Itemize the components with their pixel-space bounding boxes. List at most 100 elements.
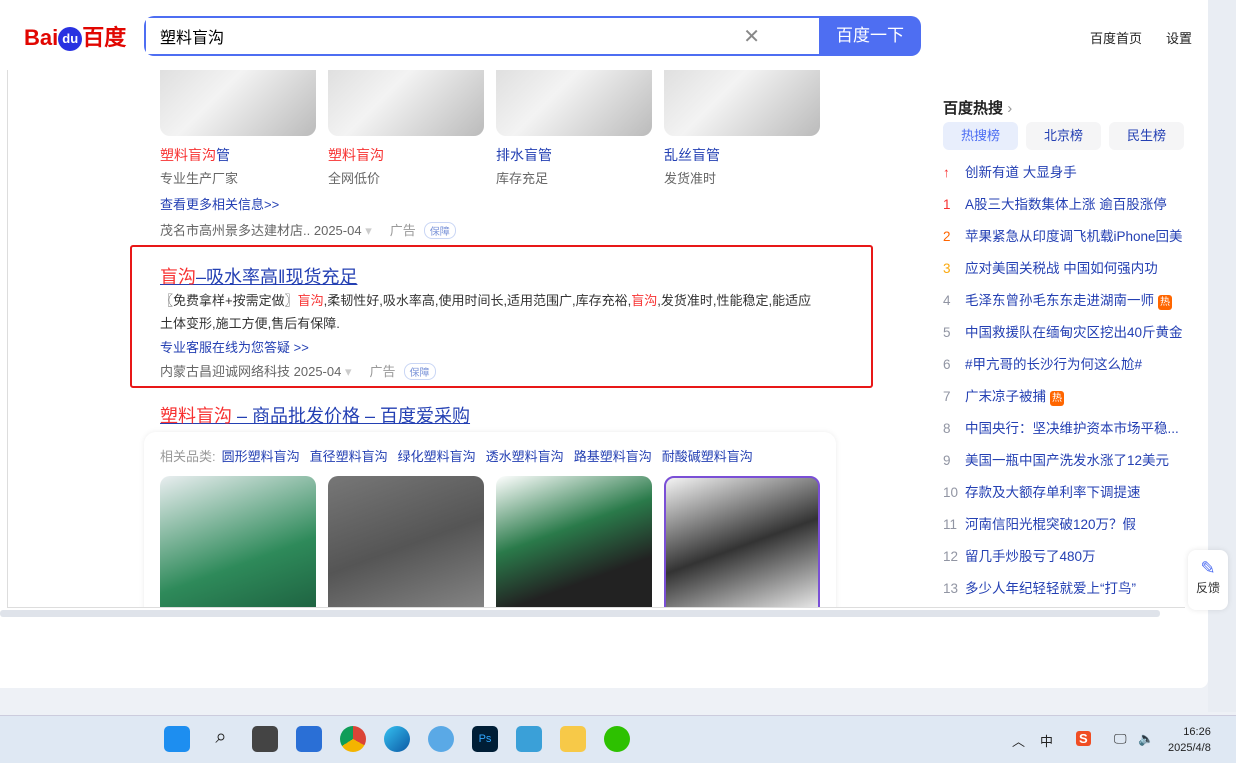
rank-number: 12 bbox=[943, 549, 959, 564]
product-link[interactable]: 排水盲管 bbox=[496, 145, 552, 165]
hot-search-text: 广末凉子被捕 bbox=[965, 389, 1046, 404]
rank-number: 9 bbox=[943, 453, 951, 468]
hot-search-item[interactable]: ↑ 创新有道 大显身手 bbox=[943, 160, 1185, 192]
horizontal-scrollbar[interactable] bbox=[0, 610, 1160, 617]
rank-number: 8 bbox=[943, 421, 951, 436]
hot-search-item[interactable]: 2 苹果紧急从印度调飞机载iPhone回美 bbox=[943, 224, 1185, 256]
start-icon[interactable] bbox=[164, 726, 190, 752]
category-link[interactable]: 圆形塑料盲沟 bbox=[222, 449, 300, 464]
more-info-link[interactable]: 查看更多相关信息>> bbox=[160, 194, 279, 213]
hot-search-item[interactable]: 5 中国救援队在缅甸灾区挖出40斤黄金 bbox=[943, 320, 1185, 352]
hot-search-item[interactable]: 11 河南信阳光棍突破120万？假 bbox=[943, 512, 1185, 544]
customer-service-link[interactable]: 专业客服在线为您答疑 >> bbox=[160, 337, 309, 356]
hot-search-text: 美国一瓶中国产洗发水涨了12美元 bbox=[965, 453, 1170, 468]
pen-icon: ✎ bbox=[1200, 558, 1216, 578]
rank-number: 1 bbox=[943, 197, 951, 212]
hot-search-text: 多少人年纪轻轻就爱上“打鸟” bbox=[965, 581, 1136, 596]
hot-search-item[interactable]: 6 #甲亢哥的长沙行为何这么尬# bbox=[943, 352, 1185, 384]
product-image[interactable] bbox=[328, 70, 484, 136]
search-button[interactable]: 百度一下 bbox=[819, 16, 921, 56]
browser-window: Baidu百度 ✕ 百度一下 百度首页 设置 塑料盲沟管 塑料盲沟 排水盲管 乱… bbox=[0, 0, 1208, 688]
network-icon[interactable]: 🖵 bbox=[1114, 731, 1127, 747]
hot-search-item[interactable]: 8 中国央行：坚决维护资本市场平稳... bbox=[943, 416, 1185, 448]
rank-number: 5 bbox=[943, 325, 951, 340]
product-subtitle: 发货准时 bbox=[664, 171, 717, 186]
category-link[interactable]: 耐酸碱塑料盲沟 bbox=[662, 449, 753, 464]
hot-search-text: 苹果紧急从印度调飞机载iPhone回美 bbox=[965, 229, 1183, 244]
browser-icon[interactable] bbox=[428, 726, 454, 752]
hot-search-text: #甲亢哥的长沙行为何这么尬# bbox=[965, 357, 1143, 372]
hot-search-header[interactable]: 百度热搜 › bbox=[943, 97, 1012, 118]
category-link[interactable]: 直径塑料盲沟 bbox=[310, 449, 388, 464]
rank-number: 7 bbox=[943, 389, 951, 404]
hot-search-item[interactable]: 10 存款及大额存单利率下调提速 bbox=[943, 480, 1185, 512]
file-explorer-icon[interactable] bbox=[560, 726, 586, 752]
feedback-button[interactable]: ✎ 反馈 bbox=[1188, 550, 1228, 610]
baidu-logo[interactable]: Bai du 百度 bbox=[24, 20, 126, 52]
taskbar: ⌕ Ps ︿ 中 S 🖵 🔈 16:26 2025/4/8 bbox=[0, 715, 1236, 763]
product-image[interactable] bbox=[664, 70, 820, 136]
widgets-icon[interactable] bbox=[296, 726, 322, 752]
product-image[interactable] bbox=[328, 476, 484, 607]
category-link[interactable]: 绿化塑料盲沟 bbox=[398, 449, 476, 464]
hot-search-item[interactable]: 4 毛泽东曾孙毛东东走进湖南一师热 bbox=[943, 288, 1185, 320]
hot-search-item[interactable]: 3 应对美国关税战 中国如何强内功 bbox=[943, 256, 1185, 288]
search-input[interactable] bbox=[146, 18, 706, 54]
rank-number: ↑ bbox=[943, 165, 950, 180]
related-categories: 相关品类: 圆形塑料盲沟 直径塑料盲沟 绿化塑料盲沟 透水塑料盲沟 路基塑料盲沟 耐酸碱塑料… bbox=[160, 449, 753, 464]
rank-number: 10 bbox=[943, 485, 959, 500]
product-subtitle: 库存充足 bbox=[496, 171, 549, 186]
task-view-icon[interactable] bbox=[252, 726, 278, 752]
category-link[interactable]: 透水塑料盲沟 bbox=[486, 449, 564, 464]
hot-search-item[interactable]: 13 多少人年纪轻轻就爱上“打鸟” bbox=[943, 576, 1185, 607]
rank-number: 4 bbox=[943, 293, 951, 308]
tab-hot[interactable]: 热搜榜 bbox=[943, 122, 1018, 150]
chrome-icon[interactable] bbox=[340, 726, 366, 752]
ad-meta: 内蒙古昌迎诚网络科技 2025-04 ▾ 广告 保障 bbox=[160, 361, 436, 380]
category-link[interactable]: 路基塑料盲沟 bbox=[574, 449, 652, 464]
chevron-up-icon[interactable]: ︿ bbox=[1012, 731, 1025, 750]
clock[interactable]: 16:26 2025/4/8 bbox=[1168, 724, 1211, 756]
hot-search-text: 毛泽东曾孙毛东东走进湖南一师 bbox=[965, 293, 1154, 308]
guarantee-badge[interactable]: 保障 bbox=[423, 222, 456, 239]
rank-number: 11 bbox=[943, 517, 958, 532]
product-link[interactable]: 塑料盲沟管 bbox=[160, 145, 230, 165]
settings-link[interactable]: 设置 bbox=[1166, 28, 1192, 47]
hot-search-item[interactable]: 7 广末凉子被捕热 bbox=[943, 384, 1185, 416]
hot-search-item[interactable]: 9 美国一瓶中国产洗发水涨了12美元 bbox=[943, 448, 1185, 480]
hot-search-text: 中国央行：坚决维护资本市场平稳... bbox=[965, 421, 1179, 436]
product-image[interactable] bbox=[496, 70, 652, 136]
ime-indicator[interactable]: 中 bbox=[1040, 731, 1053, 750]
guarantee-badge[interactable]: 保障 bbox=[403, 363, 436, 380]
hot-search-text: 河南信阳光棍突破120万？假 bbox=[965, 517, 1137, 532]
product-image[interactable] bbox=[496, 476, 652, 607]
wechat-icon[interactable] bbox=[604, 726, 630, 752]
baidu-home-link[interactable]: 百度首页 bbox=[1090, 28, 1142, 47]
clear-icon[interactable]: ✕ bbox=[743, 24, 760, 49]
hot-tag: 热 bbox=[1158, 295, 1172, 310]
photoshop-icon[interactable]: Ps bbox=[472, 726, 498, 752]
hot-search-list: ↑ 创新有道 大显身手 1 A股三大指数集体上涨 逾百股涨停 2 苹果紧急从印度调飞机载i… bbox=[943, 160, 1185, 607]
product-link[interactable]: 塑料盲沟 bbox=[328, 145, 384, 165]
result-title-link[interactable]: 盲沟–吸水率高‖现货充足 bbox=[160, 263, 357, 289]
product-subtitle: 全网低价 bbox=[328, 171, 381, 186]
tab-minsheng[interactable]: 民生榜 bbox=[1109, 122, 1184, 150]
hot-search-text: A股三大指数集体上涨 逾百股涨停 bbox=[965, 197, 1167, 212]
rank-number: 3 bbox=[943, 261, 951, 276]
product-link[interactable]: 乱丝盲管 bbox=[664, 145, 720, 165]
notepad-icon[interactable] bbox=[516, 726, 542, 752]
product-image[interactable] bbox=[160, 476, 316, 607]
tab-beijing[interactable]: 北京榜 bbox=[1026, 122, 1101, 150]
sogou-icon[interactable]: S bbox=[1076, 731, 1091, 746]
product-subtitle: 专业生产厂家 bbox=[160, 171, 239, 186]
edge-icon[interactable] bbox=[384, 726, 410, 752]
hot-search-text: 中国救援队在缅甸灾区挖出40斤黄金 bbox=[965, 325, 1183, 340]
hot-search-item[interactable]: 1 A股三大指数集体上涨 逾百股涨停 bbox=[943, 192, 1185, 224]
volume-icon[interactable]: 🔈 bbox=[1138, 731, 1154, 747]
result-title-link[interactable]: 塑料盲沟 – 商品批发价格 – 百度爱采购 bbox=[160, 402, 470, 428]
product-image[interactable] bbox=[160, 70, 316, 136]
search-icon[interactable]: ⌕ bbox=[208, 726, 234, 752]
hot-search-text: 留几手炒股亏了480万 bbox=[965, 549, 1096, 564]
product-image[interactable] bbox=[664, 476, 820, 607]
hot-search-item[interactable]: 12 留几手炒股亏了480万 bbox=[943, 544, 1185, 576]
